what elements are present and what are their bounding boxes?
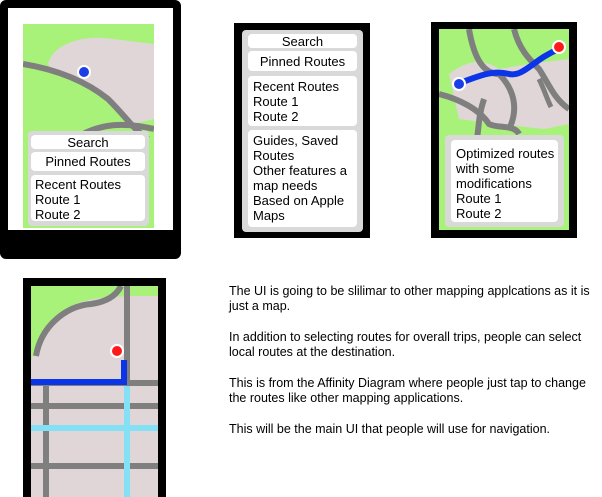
design-notes: The UI is going to be slilimar to other … — [229, 284, 599, 453]
location-dot-icon — [77, 65, 91, 79]
home-button-icon[interactable] — [85, 239, 97, 251]
map-area — [48, 37, 154, 124]
list-item: Routes — [253, 148, 295, 163]
destination-pin-icon — [110, 344, 124, 358]
tablet-mockup-home: Search Pinned Routes Recent Routes Route… — [0, 0, 181, 259]
note-paragraph: This will be the main UI that people wil… — [229, 422, 550, 436]
search-bar[interactable]: Search — [248, 34, 357, 49]
list-item: Recent Routes — [35, 177, 121, 192]
pinned-routes-button[interactable]: Pinned Routes — [31, 152, 145, 171]
list-item: with some — [456, 161, 515, 176]
route-panel: Optimized routes with some modifications… — [445, 135, 564, 227]
list-item: Based on Apple — [253, 193, 345, 208]
recent-routes-list[interactable]: Recent Routes Route 1 Route 2 — [248, 76, 357, 126]
list-item: map needs — [253, 178, 318, 193]
note-paragraph: This is from the Affinity Diagram where … — [229, 376, 586, 405]
list-item[interactable]: Route 1 — [35, 192, 141, 207]
list-item: modifications — [456, 176, 532, 191]
list-item: Optimized routes — [456, 146, 555, 161]
list-item[interactable]: Route 1 — [456, 191, 553, 206]
list-item[interactable]: Route 2 — [253, 109, 352, 124]
search-panel: Search Pinned Routes Recent Routes Route… — [28, 131, 149, 226]
phone-mockup-menu: Search Pinned Routes Recent Routes Route… — [234, 23, 370, 238]
map-view[interactable]: Optimized routes with some modifications… — [439, 29, 569, 230]
menu-panel: Search Pinned Routes Recent Routes Route… — [242, 30, 363, 232]
note-paragraph: In addition to selecting routes for over… — [229, 330, 582, 359]
route-info-list[interactable]: Optimized routes with some modifications… — [451, 140, 558, 222]
search-bar[interactable]: Search — [31, 135, 145, 150]
note-paragraph: The UI is going to be slilimar to other … — [229, 284, 590, 313]
list-item[interactable]: Route 2 — [35, 207, 141, 222]
phone-mockup-route: Optimized routes with some modifications… — [431, 22, 577, 238]
list-item: Recent Routes — [253, 79, 339, 94]
features-list[interactable]: Guides, Saved Routes Other features a ma… — [248, 130, 357, 227]
list-item[interactable]: Route 1 — [253, 94, 352, 109]
list-item[interactable]: Route 2 — [456, 206, 553, 221]
destination-pin-icon — [552, 40, 566, 54]
map-view[interactable] — [31, 286, 158, 497]
pinned-routes-button[interactable]: Pinned Routes — [248, 51, 357, 71]
location-dot-icon — [452, 77, 466, 91]
list-item: Guides, Saved — [253, 133, 339, 148]
recent-routes-list[interactable]: Recent Routes Route 1 Route 2 — [31, 175, 145, 222]
list-item: Maps — [253, 208, 285, 223]
list-item: Other features a — [253, 163, 347, 178]
map-view[interactable]: Search Pinned Routes Recent Routes Route… — [23, 24, 154, 228]
phone-mockup-navigation — [23, 278, 166, 497]
